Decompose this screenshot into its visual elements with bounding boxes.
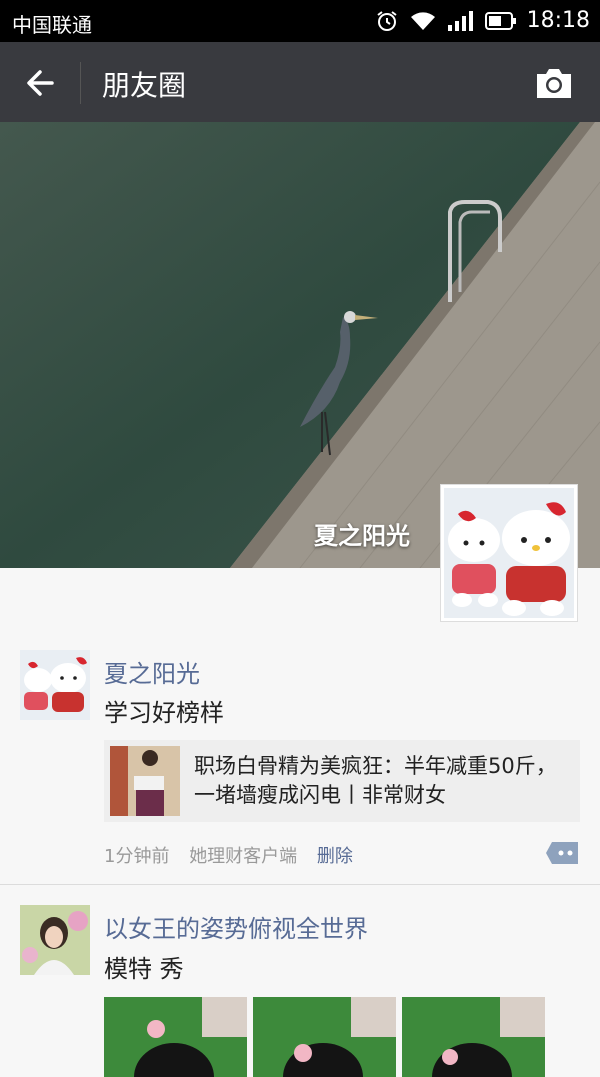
delete-link[interactable]: 删除 (317, 846, 353, 867)
title-divider (80, 62, 81, 104)
post-source[interactable]: 她理财客户端 (189, 846, 297, 867)
back-arrow-icon[interactable] (22, 64, 60, 102)
wifi-icon (410, 11, 435, 30)
battery-icon (484, 11, 516, 30)
clock-time: 18:18 (526, 8, 590, 33)
photo-grid (104, 997, 545, 1077)
cover-username: 夏之阳光 (314, 522, 410, 550)
kitty-plush-image (444, 488, 574, 618)
profile-avatar[interactable] (440, 484, 578, 622)
post-username[interactable]: 夏之阳光 (104, 654, 200, 689)
link-thumbnail (110, 746, 180, 816)
post-meta: 1分钟前 她理财客户端 删除 (104, 842, 353, 868)
shared-link-card[interactable]: 职场白骨精为美疯狂：半年减重50斤，一堵墙瘦成闪电丨非常财女 (104, 740, 580, 822)
woman-avatar-image (20, 905, 90, 975)
post-username[interactable]: 以女王的姿势俯视全世界 (104, 909, 368, 944)
comment-icon[interactable] (544, 840, 580, 866)
camera-icon[interactable] (534, 66, 574, 100)
page-title: 朋友圈 (102, 69, 187, 102)
title-bar: 朋友圈 (0, 42, 600, 122)
status-icons: 18:18 (375, 8, 590, 33)
post-avatar[interactable] (20, 905, 90, 975)
carrier-label: 中国联通 (12, 13, 92, 37)
post-divider (0, 884, 600, 885)
photo-thumbnail[interactable] (253, 997, 396, 1077)
photo-thumbnail[interactable] (104, 997, 247, 1077)
status-bar: 中国联通 18:18 (0, 0, 600, 42)
signal-icon (447, 10, 473, 31)
kitty-avatar-image (20, 650, 90, 720)
post-text: 学习好榜样 (104, 699, 224, 727)
photo-thumbnail[interactable] (402, 997, 545, 1077)
post-avatar[interactable] (20, 650, 90, 720)
post-time: 1分钟前 (104, 846, 170, 867)
alarm-icon (376, 10, 397, 31)
post-text: 模特 秀 (104, 955, 184, 983)
link-title: 职场白骨精为美疯狂：半年减重50斤，一堵墙瘦成闪电丨非常财女 (194, 754, 557, 807)
